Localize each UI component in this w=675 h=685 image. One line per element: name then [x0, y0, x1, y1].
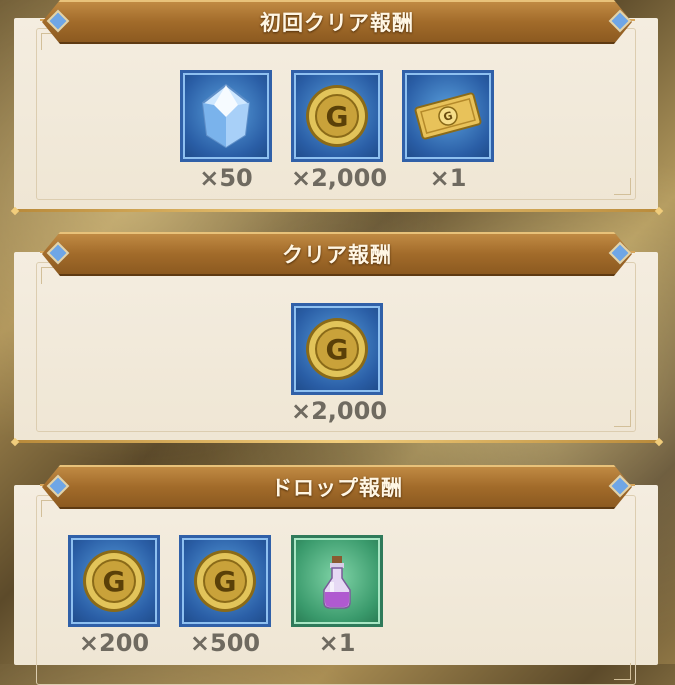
- reward-item[interactable]: G ×500: [179, 535, 271, 657]
- potion-icon: [323, 556, 351, 609]
- reward-tile: G: [291, 70, 383, 162]
- first-clear-title: 初回クリア報酬: [260, 11, 414, 35]
- gold-coin-icon: G: [306, 85, 368, 147]
- reward-tile: G: [291, 303, 383, 395]
- reward-tile: G: [179, 535, 271, 627]
- reward-quantity: ×500: [189, 629, 261, 657]
- reward-quantity: ×50: [199, 164, 253, 192]
- crystal-icon: [201, 83, 251, 149]
- reward-quantity: ×1: [318, 629, 356, 657]
- reward-item[interactable]: ×50: [180, 70, 272, 192]
- reward-item[interactable]: G ×1: [402, 70, 494, 192]
- reward-item[interactable]: ×1: [291, 535, 383, 657]
- reward-tile: [291, 535, 383, 627]
- section-divider: [14, 209, 662, 212]
- section-divider: [14, 440, 662, 443]
- reward-tile: G: [68, 535, 160, 627]
- drop-title: ドロップ報酬: [271, 476, 403, 500]
- svg-text:G: G: [214, 565, 237, 598]
- gold-ticket-icon: G: [414, 92, 482, 140]
- reward-quantity: ×1: [429, 164, 467, 192]
- reward-quantity: ×2,000: [291, 397, 388, 425]
- reward-tile: G: [402, 70, 494, 162]
- gold-coin-icon: G: [306, 318, 368, 380]
- reward-item[interactable]: G ×2,000: [291, 70, 388, 192]
- reward-quantity: ×2,000: [291, 164, 388, 192]
- clear-title: クリア報酬: [282, 243, 392, 267]
- gold-coin-icon: G: [83, 550, 145, 612]
- clear-banner: クリア報酬: [42, 232, 632, 276]
- reward-item[interactable]: G ×200: [68, 535, 160, 657]
- first-clear-banner: 初回クリア報酬: [42, 0, 632, 44]
- reward-tile: [180, 70, 272, 162]
- svg-text:G: G: [326, 100, 349, 133]
- drop-banner: ドロップ報酬: [42, 465, 632, 509]
- reward-quantity: ×200: [78, 629, 150, 657]
- svg-text:G: G: [326, 333, 349, 366]
- reward-item[interactable]: G ×2,000: [291, 303, 388, 425]
- svg-text:G: G: [103, 565, 126, 598]
- gold-coin-icon: G: [194, 550, 256, 612]
